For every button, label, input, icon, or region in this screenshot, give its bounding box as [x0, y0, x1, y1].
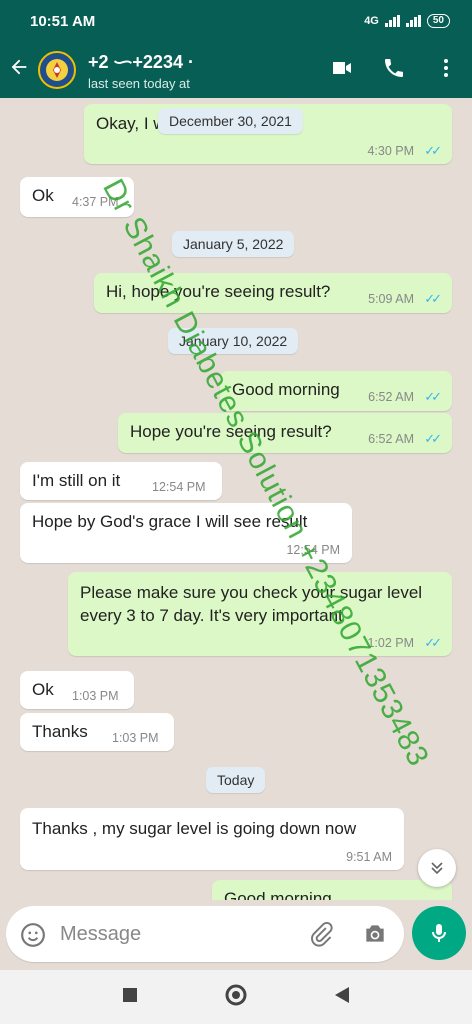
chat-area[interactable]: Okay, I will your testimony 4:30 PM ✓✓ D… — [0, 98, 472, 900]
message-box[interactable] — [6, 906, 404, 962]
message-bubble[interactable]: Good morning — [212, 880, 452, 900]
message-time: 6:52 AM — [368, 432, 414, 446]
message-bubble[interactable]: Hope by God's grace I will see result 12… — [20, 503, 352, 563]
message-time: 9:51 AM — [346, 850, 392, 864]
message-bubble[interactable]: Hi, hope you're seeing result? 5:09 AM ✓… — [94, 273, 452, 313]
back-arrow-icon[interactable] — [8, 56, 34, 85]
floating-date-badge: December 30, 2021 — [158, 108, 303, 134]
message-input[interactable] — [58, 916, 282, 952]
message-time: 4:37 PM — [72, 195, 119, 209]
message-composer — [0, 900, 472, 970]
message-time: 12:54 PM — [152, 480, 206, 494]
message-text: Please make sure you check your sugar le… — [80, 583, 423, 625]
message-text: Thanks , my sugar level is going down no… — [32, 819, 357, 838]
message-text: Thanks — [32, 722, 88, 741]
message-text: Ok — [32, 186, 54, 205]
menu-icon[interactable] — [434, 56, 458, 85]
camera-icon[interactable] — [362, 921, 388, 952]
message-text: I'm still on it — [32, 471, 121, 490]
attach-icon[interactable] — [308, 921, 334, 952]
message-time: 6:52 AM — [368, 390, 414, 404]
contact-info[interactable]: +2 ᜑ+2234 · last seen today at — [88, 50, 288, 91]
recent-apps-icon[interactable] — [122, 987, 138, 1008]
message-bubble[interactable]: Ok 4:37 PM — [20, 177, 134, 217]
message-time: 1:02 PM — [367, 636, 414, 650]
contact-name: +2 ᜑ+2234 · — [88, 51, 194, 72]
message-text: Good morning — [232, 380, 340, 399]
message-time: 1:03 PM — [72, 689, 119, 703]
status-time: 10:51 AM — [30, 12, 96, 30]
emoji-icon[interactable] — [20, 922, 46, 953]
message-time: 1:03 PM — [112, 731, 159, 745]
message-text: Hi, hope you're seeing result? — [106, 282, 331, 301]
signal-icon — [384, 15, 400, 27]
date-separator: January 5, 2022 — [172, 231, 295, 257]
microphone-button[interactable] — [412, 906, 466, 960]
message-text: Good morning — [224, 889, 332, 900]
read-receipt-icon: ✓✓ — [424, 291, 442, 306]
scroll-to-bottom-button[interactable] — [418, 849, 456, 887]
double-chevron-down-icon — [431, 862, 443, 875]
last-seen: last seen today at — [88, 75, 190, 91]
message-time: 4:30 PM — [367, 144, 414, 158]
message-bubble[interactable]: Please make sure you check your sugar le… — [68, 572, 452, 656]
read-receipt-icon: ✓✓ — [424, 635, 442, 650]
chat-header: +2 ᜑ+2234 · last seen today at — [0, 42, 472, 98]
back-nav-icon[interactable] — [334, 986, 350, 1009]
message-text: Hope by God's grace I will see result — [32, 512, 308, 531]
message-time: 5:09 AM — [368, 292, 414, 306]
video-call-icon[interactable] — [330, 56, 354, 85]
contact-avatar[interactable] — [38, 51, 76, 89]
message-bubble[interactable]: Good morning 6:52 AM ✓✓ — [220, 371, 452, 411]
message-text: Hope you're seeing result? — [130, 422, 332, 441]
read-receipt-icon: ✓✓ — [424, 143, 442, 158]
read-receipt-icon: ✓✓ — [424, 389, 442, 404]
date-separator: January 10, 2022 — [168, 328, 299, 354]
message-bubble[interactable]: I'm still on it 12:54 PM — [20, 462, 222, 500]
date-separator: Today — [206, 767, 266, 793]
read-receipt-icon: ✓✓ — [424, 431, 442, 446]
message-bubble[interactable]: Hope you're seeing result? 6:52 AM ✓✓ — [118, 413, 452, 453]
network-type: 4G — [364, 15, 379, 27]
message-bubble[interactable]: Thanks , my sugar level is going down no… — [20, 808, 404, 870]
status-icons: 4G 50 — [364, 14, 450, 28]
message-time: 12:54 PM — [286, 543, 340, 557]
home-icon[interactable] — [224, 983, 248, 1012]
message-text: Ok — [32, 680, 54, 699]
status-bar: 10:51 AM 4G 50 — [0, 0, 472, 42]
message-bubble[interactable]: Thanks 1:03 PM — [20, 713, 174, 751]
microphone-icon — [432, 924, 446, 942]
message-bubble[interactable]: Ok 1:03 PM — [20, 671, 134, 709]
signal-icon-2 — [405, 15, 421, 27]
system-nav-bar — [0, 970, 472, 1024]
battery-icon: 50 — [426, 14, 450, 28]
phone-icon[interactable] — [382, 56, 406, 85]
